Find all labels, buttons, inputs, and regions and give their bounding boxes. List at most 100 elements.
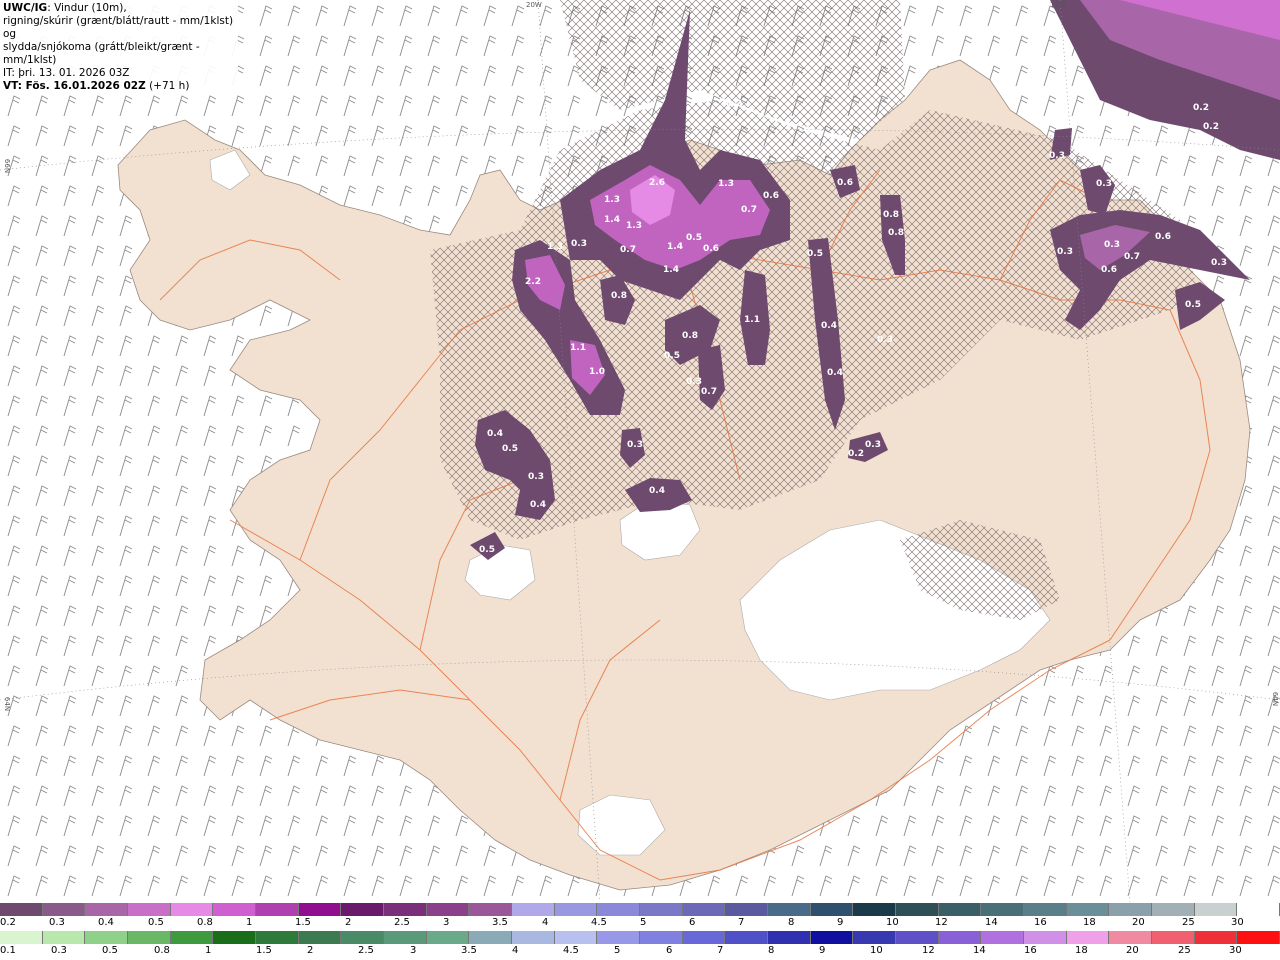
precip-label: 0.2 [1203, 122, 1219, 132]
precip-label: 2.2 [525, 277, 541, 287]
precip-label: 0.3 [571, 239, 587, 249]
colorbar-cell [256, 903, 299, 916]
title-line: UWC/IG: Vindur (10m), [3, 2, 235, 15]
colorbar-cell [341, 931, 385, 944]
colorbar-label: 4 [542, 917, 549, 928]
colorbar-cell [682, 903, 726, 916]
precip-label: 0.5 [479, 545, 495, 555]
colorbar-cell [170, 931, 214, 944]
colorbar-cell [85, 903, 129, 916]
colorbar-cell [768, 903, 811, 916]
precip-label: 0.3 [1104, 240, 1120, 250]
colorbar-label: 20 [1132, 917, 1145, 928]
precip-label: 0.2 [848, 449, 864, 459]
precip-label: 1.1 [744, 315, 760, 325]
colorbar-cell [853, 903, 897, 916]
colorbar-label: 12 [935, 917, 948, 928]
precip-label: 0.8 [611, 291, 627, 301]
precip-label: 0.8 [883, 210, 899, 220]
colorbar-cell [853, 931, 897, 944]
colorbar-cell [213, 903, 257, 916]
colorbar-cell [640, 903, 683, 916]
colorbar-cell [1024, 931, 1067, 944]
precip-label: 0.2 [726, 99, 742, 109]
precip-label: 0.3 [686, 377, 702, 387]
colorbar-cell [512, 903, 555, 916]
colorbar-cell [768, 931, 811, 944]
colorbar-label: 1 [246, 917, 253, 928]
lon-label-15w: 15W [1050, 1, 1066, 9]
colorbar-cell [981, 903, 1025, 916]
colorbar-cell [682, 931, 726, 944]
colorbar-label: 14 [985, 917, 998, 928]
lat-label-64n-right: 64N [1271, 691, 1280, 707]
colorbar-cell [554, 931, 598, 944]
colorbar-label: 8 [768, 945, 775, 956]
colorbar-label: 18 [1075, 945, 1088, 956]
colorbar-cell [640, 931, 683, 944]
colorbar-label: 2.5 [358, 945, 374, 956]
precip-label: 0.6 [1155, 232, 1171, 242]
product-title: : Vindur (10m), [47, 2, 127, 14]
precip-label: 0.6 [1101, 265, 1117, 275]
colorbar-label: 4.5 [591, 917, 607, 928]
lat-label-64n-left: 64N [3, 696, 12, 712]
precip-label: 0.8 [888, 228, 904, 238]
colorbar-label: 4 [512, 945, 519, 956]
colorbar-label: 1.5 [295, 917, 311, 928]
colorbar-label: 0.8 [154, 945, 170, 956]
precip-label: 0.3 [1096, 179, 1112, 189]
precip-label: 2.6 [649, 178, 665, 188]
colorbar-rain [0, 931, 1280, 944]
colorbar-cell [554, 903, 598, 916]
colorbar-label: 0.3 [49, 917, 65, 928]
precip-label: 0.8 [682, 331, 698, 341]
colorbar-cell [42, 903, 86, 916]
colorbar-label: 10 [886, 917, 899, 928]
colorbar-label: 5 [640, 917, 647, 928]
precip-label: 0.3 [1057, 247, 1073, 257]
colorbar-label: 16 [1034, 917, 1047, 928]
precip-label: 0.7 [701, 387, 717, 397]
init-time-line: IT: þri. 13. 01. 2026 03Z [3, 67, 235, 80]
colorbar-label: 8 [788, 917, 795, 928]
colorbar-snow-labels: 0.2 0.3 0.4 0.5 0.8 1 1.5 2 2.5 3 3.5 4 4.5 5 6 7 8 9 10 12… [0, 917, 1280, 930]
colorbar-cell [42, 931, 86, 944]
colorbar-label: 5 [614, 945, 621, 956]
colorbar-label: 30 [1229, 945, 1242, 956]
colorbar-cell [341, 903, 385, 916]
colorbar-cell [1066, 903, 1110, 916]
precip-label: 1.4 [604, 215, 620, 225]
valid-time-line: VT: Fös. 16.01.2026 02Z (+71 h) [3, 80, 235, 93]
colorbar-label: 20 [1126, 945, 1139, 956]
lat-label-66n: 66N [3, 158, 12, 174]
colorbar-cell [128, 931, 171, 944]
precip-label: 0.6 [763, 191, 779, 201]
colorbar-cell [1194, 931, 1238, 944]
colorbar-cell [1152, 931, 1195, 944]
precip-label: 0.3 [528, 472, 544, 482]
precip-label: 0.3 [1049, 151, 1065, 161]
colorbar-label: 2 [307, 945, 314, 956]
colorbar-label: 2 [345, 917, 352, 928]
colorbar-label: 9 [837, 917, 844, 928]
init-time-label: IT: [3, 67, 15, 79]
colorbar-cell [810, 931, 854, 944]
valid-time-offset: (+71 h) [145, 80, 190, 92]
colorbar-cell [896, 903, 939, 916]
precip-label: 0.6 [703, 244, 719, 254]
colorbar-cell [1152, 903, 1195, 916]
colorbar-label: 25 [1178, 945, 1191, 956]
colorbar-cell [597, 931, 641, 944]
precip-label: 0.3 [865, 440, 881, 450]
colorbar-cell [725, 903, 769, 916]
precip-label: 0.2 [1193, 103, 1209, 113]
colorbar-label: 0.1 [0, 945, 16, 956]
precip-label: 0.5 [502, 444, 518, 454]
colorbar-cell [981, 931, 1025, 944]
colorbar-label: 3.5 [492, 917, 508, 928]
precip-label: 0.3 [877, 335, 893, 345]
colorbar-cell [170, 903, 214, 916]
colorbar-label: 7 [738, 917, 745, 928]
colorbar-rain-labels: 0.1 0.3 0.5 0.8 1 1.5 2 2.5 3 3.5 4 4.5 5 6 7 8 9 10 12 14 1… [0, 945, 1280, 958]
